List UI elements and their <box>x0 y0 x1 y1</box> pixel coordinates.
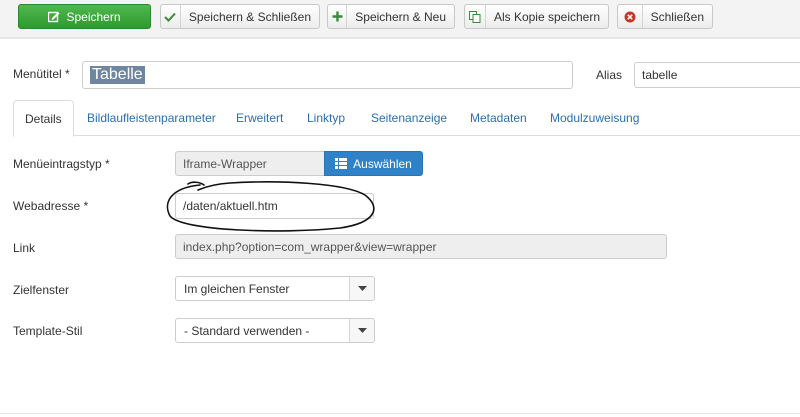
template-style-label: Template-Stil <box>13 324 83 338</box>
link-field: index.php?option=com_wrapper&view=wrappe… <box>175 234 667 259</box>
tab-link-type[interactable]: Linktyp <box>296 100 356 136</box>
target-window-value: Im gleichen Fenster <box>184 281 290 296</box>
save-close-label: Speichern & Schließen <box>188 9 311 24</box>
bottom-divider <box>0 413 800 414</box>
title-value: Tabelle <box>90 66 145 84</box>
tab-metadata[interactable]: Metadaten <box>459 100 538 136</box>
copy-icon <box>465 5 486 28</box>
caret-down-icon <box>349 319 374 342</box>
menu-type-field: Iframe-Wrapper <box>175 151 325 176</box>
list-icon <box>335 158 348 169</box>
save-close-button[interactable]: Speichern & Schließen <box>160 4 320 29</box>
menu-type-value: Iframe-Wrapper <box>183 156 267 171</box>
check-icon <box>161 5 181 28</box>
web-address-label: Webadresse * <box>13 199 89 213</box>
select-type-button[interactable]: Auswählen <box>324 151 423 176</box>
close-button[interactable]: Schließen <box>617 4 713 29</box>
tab-page-display[interactable]: Seitenanzeige <box>360 100 458 136</box>
save-new-button[interactable]: Speichern & Neu <box>327 4 455 29</box>
caret-down-icon <box>349 277 374 300</box>
alias-value: tabelle <box>642 68 678 82</box>
save-button[interactable]: Speichern <box>18 4 151 29</box>
title-label: Menütitel * <box>13 67 70 81</box>
toolbar-divider <box>0 38 800 39</box>
save-label: Speichern <box>66 9 121 24</box>
edit-icon <box>48 11 60 23</box>
tab-module-assignment[interactable]: Modulzuweisung <box>539 100 650 136</box>
select-type-label: Auswählen <box>353 156 412 171</box>
toolbar: Speichern Speichern & Schließen Speicher… <box>0 0 800 38</box>
save-new-label: Speichern & Neu <box>355 9 446 24</box>
close-circle-icon <box>618 5 643 28</box>
target-window-select[interactable]: Im gleichen Fenster <box>175 276 375 301</box>
hand-drawn-circle-annotation <box>166 181 375 232</box>
save-copy-label: Als Kopie speichern <box>493 9 600 24</box>
tab-scrollbar-params[interactable]: Bildlaufleistenparameter <box>76 100 227 136</box>
link-value: index.php?option=com_wrapper&view=wrappe… <box>183 239 437 254</box>
save-copy-button[interactable]: Als Kopie speichern <box>464 4 609 29</box>
alias-label: Alias <box>596 68 623 82</box>
template-style-value: - Standard verwenden - <box>184 323 310 338</box>
template-style-select[interactable]: - Standard verwenden - <box>175 318 375 343</box>
alias-input[interactable]: tabelle <box>634 62 800 88</box>
link-label: Link <box>13 241 36 255</box>
plus-icon <box>328 5 348 28</box>
tab-bar: Details Bildlaufleistenparameter Erweite… <box>13 100 800 137</box>
close-label: Schließen <box>650 9 704 24</box>
menu-type-label: Menüeintragstyp * <box>13 157 110 171</box>
title-input[interactable]: Tabelle <box>82 61 573 89</box>
target-window-label: Zielfenster <box>13 283 70 297</box>
tab-advanced[interactable]: Erweitert <box>225 100 294 136</box>
tab-details[interactable]: Details <box>13 100 74 137</box>
